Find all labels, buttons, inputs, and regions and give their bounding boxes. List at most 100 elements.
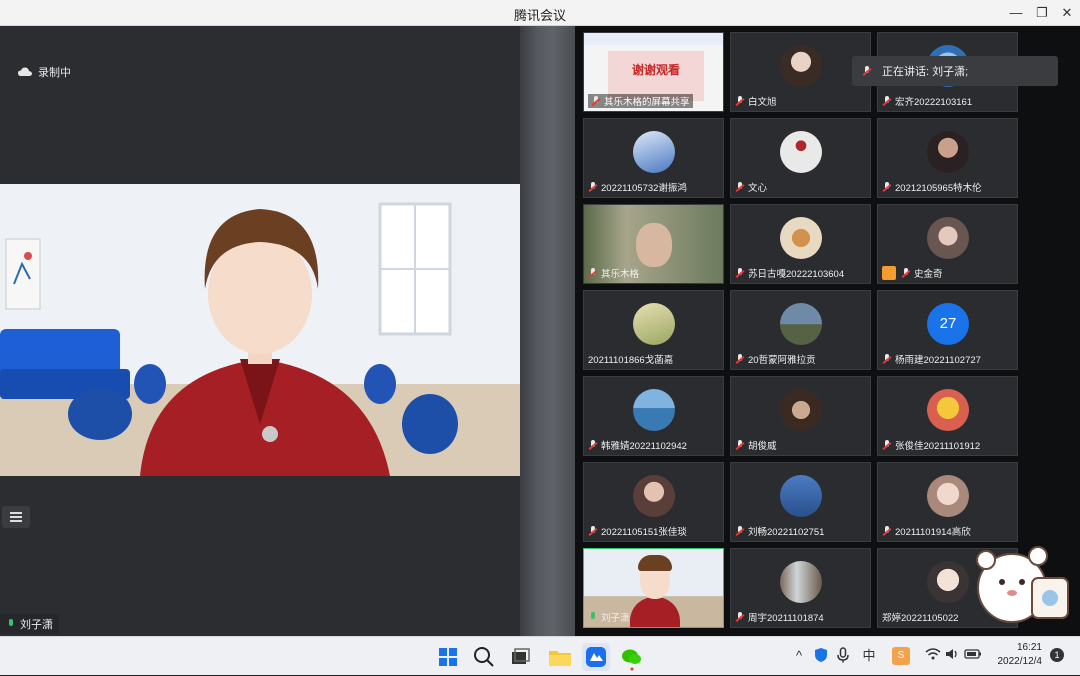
start-icon[interactable] xyxy=(434,643,462,671)
close-icon[interactable]: ✕ xyxy=(1057,3,1077,23)
avatar xyxy=(927,475,969,517)
window-title: 腾讯会议 xyxy=(513,8,566,23)
ime-indicator[interactable]: 中 xyxy=(860,647,878,665)
participant-tile[interactable]: 文心 xyxy=(730,118,871,198)
participant-tile[interactable]: 史金奇 xyxy=(877,204,1018,284)
shield-icon[interactable] xyxy=(812,647,830,665)
mic-muted-icon xyxy=(588,440,598,450)
number-avatar: 27 xyxy=(927,303,969,345)
mic-muted-icon xyxy=(735,268,745,278)
search-icon[interactable] xyxy=(470,643,498,671)
participant-tile[interactable]: 胡俊威 xyxy=(730,376,871,456)
participant-tile[interactable]: 20211101914高欣 xyxy=(877,462,1018,542)
mic-muted-icon xyxy=(735,354,745,364)
participant-tile[interactable]: 周宇20211101874 xyxy=(730,548,871,628)
participant-video-tile[interactable]: 其乐木格 xyxy=(583,204,724,284)
participant-tile[interactable]: 刘畅20221102751 xyxy=(730,462,871,542)
bear-sticker-image xyxy=(976,546,1069,623)
clock-date: 2022/12/4 xyxy=(997,656,1043,667)
mic-on-icon xyxy=(6,619,16,629)
participant-name: 20哲蒙阿雅拉贡 xyxy=(748,355,816,366)
avatar xyxy=(633,475,675,517)
speaker-video xyxy=(0,184,520,476)
participant-name: 宏齐20222103161 xyxy=(895,97,973,108)
participant-tile[interactable]: 20哲蒙阿雅拉贡 xyxy=(730,290,871,370)
speaker-name-tag: 刘子潇 xyxy=(0,614,59,634)
tencent-meeting-icon[interactable] xyxy=(582,643,610,671)
participant-name: 杨雨建20221102727 xyxy=(895,355,981,366)
participant-tile[interactable]: 苏日古嘎20222103604 xyxy=(730,204,871,284)
mic-muted-icon xyxy=(588,268,598,278)
task-view-icon[interactable] xyxy=(506,643,534,671)
speaking-text: 正在讲话: 刘子潇; xyxy=(882,66,969,78)
participant-name: 白文旭 xyxy=(748,97,777,108)
host-icon xyxy=(882,266,896,280)
avatar xyxy=(633,389,675,431)
participant-tile[interactable]: 20211101866戈菡嘉 xyxy=(583,290,724,370)
participant-name: 苏日古嘎20222103604 xyxy=(748,269,845,280)
mic-muted-icon xyxy=(588,182,598,192)
minimize-icon[interactable]: — xyxy=(1006,3,1026,23)
mic-muted-icon xyxy=(588,526,598,536)
self-video-tile[interactable]: 刘子潇 xyxy=(583,548,724,628)
wifi-icon[interactable] xyxy=(924,647,942,665)
mic-on-icon xyxy=(588,612,598,622)
mic-muted-icon xyxy=(735,612,745,622)
participant-name: 胡俊威 xyxy=(748,441,777,452)
avatar xyxy=(927,389,969,431)
avatar xyxy=(780,131,822,173)
avatar xyxy=(927,131,969,173)
mic-muted-icon xyxy=(901,268,911,278)
participant-tile[interactable]: 20221105732谢振鸿 xyxy=(583,118,724,198)
battery-icon[interactable] xyxy=(964,647,982,665)
avatar xyxy=(780,475,822,517)
participant-name: 20221105151张佳琰 xyxy=(601,527,687,538)
recording-label: 录制中 xyxy=(38,67,71,79)
panel-divider[interactable] xyxy=(520,26,575,636)
participant-name: 文心 xyxy=(748,183,768,194)
participant-name: 其乐木格 xyxy=(601,269,640,280)
participant-name: 20212105965特木伦 xyxy=(895,183,982,194)
avatar xyxy=(780,303,822,345)
cloud-icon xyxy=(18,67,32,76)
participant-name: 刘畅20221102751 xyxy=(748,527,825,538)
participant-name: 张俊佳20211101912 xyxy=(895,441,981,452)
mic-muted-icon xyxy=(882,354,892,364)
chevron-up-icon[interactable]: ^ xyxy=(790,647,808,665)
participant-tile[interactable]: 韩雅婧20221102942 xyxy=(583,376,724,456)
participant-tile[interactable]: 张俊佳20211101912 xyxy=(877,376,1018,456)
file-explorer-icon[interactable] xyxy=(546,643,574,671)
screen-share-tile[interactable]: 谢谢观看 其乐木格的屏幕共享 xyxy=(583,32,724,112)
main-video-area: 录制中 刘子潇 xyxy=(0,26,520,636)
participant-name: 20211101866戈菡嘉 xyxy=(588,355,674,366)
mic-muted-icon xyxy=(735,182,745,192)
mic-muted-icon xyxy=(735,440,745,450)
mic-muted-icon xyxy=(882,526,892,536)
microphone-icon[interactable] xyxy=(834,647,852,665)
wechat-icon[interactable] xyxy=(618,643,646,671)
participant-name: 刘子潇 xyxy=(601,613,630,624)
taskbar: ^ 中 S 16:21 2022/12/4 1 xyxy=(0,636,1080,675)
avatar xyxy=(633,131,675,173)
list-toggle-button[interactable] xyxy=(2,506,30,528)
app-tray-icon[interactable]: S xyxy=(892,647,910,665)
avatar xyxy=(780,389,822,431)
volume-icon[interactable] xyxy=(944,647,962,665)
system-clock[interactable]: 16:21 2022/12/4 xyxy=(988,641,1043,669)
participant-tile[interactable]: 20221105151张佳琰 xyxy=(583,462,724,542)
participant-tile[interactable]: 白文旭 xyxy=(730,32,871,112)
mic-muted-icon xyxy=(591,96,601,106)
tile-label: 其乐木格的屏幕共享 xyxy=(604,97,690,108)
window-titlebar: 腾讯会议 — ❐ ✕ xyxy=(0,0,1080,26)
notification-badge[interactable]: 1 xyxy=(1050,648,1064,662)
participant-tile[interactable]: 20212105965特木伦 xyxy=(877,118,1018,198)
mic-muted-icon xyxy=(882,440,892,450)
avatar xyxy=(927,561,969,603)
participant-name: 20211101914高欣 xyxy=(895,527,971,538)
mic-muted-icon xyxy=(862,66,872,76)
participant-tile[interactable]: 27 杨雨建20221102727 xyxy=(877,290,1018,370)
restore-icon[interactable]: ❐ xyxy=(1032,3,1052,23)
clock-time: 16:21 xyxy=(1016,642,1042,653)
avatar xyxy=(780,561,822,603)
participant-name: 史金奇 xyxy=(914,269,943,280)
